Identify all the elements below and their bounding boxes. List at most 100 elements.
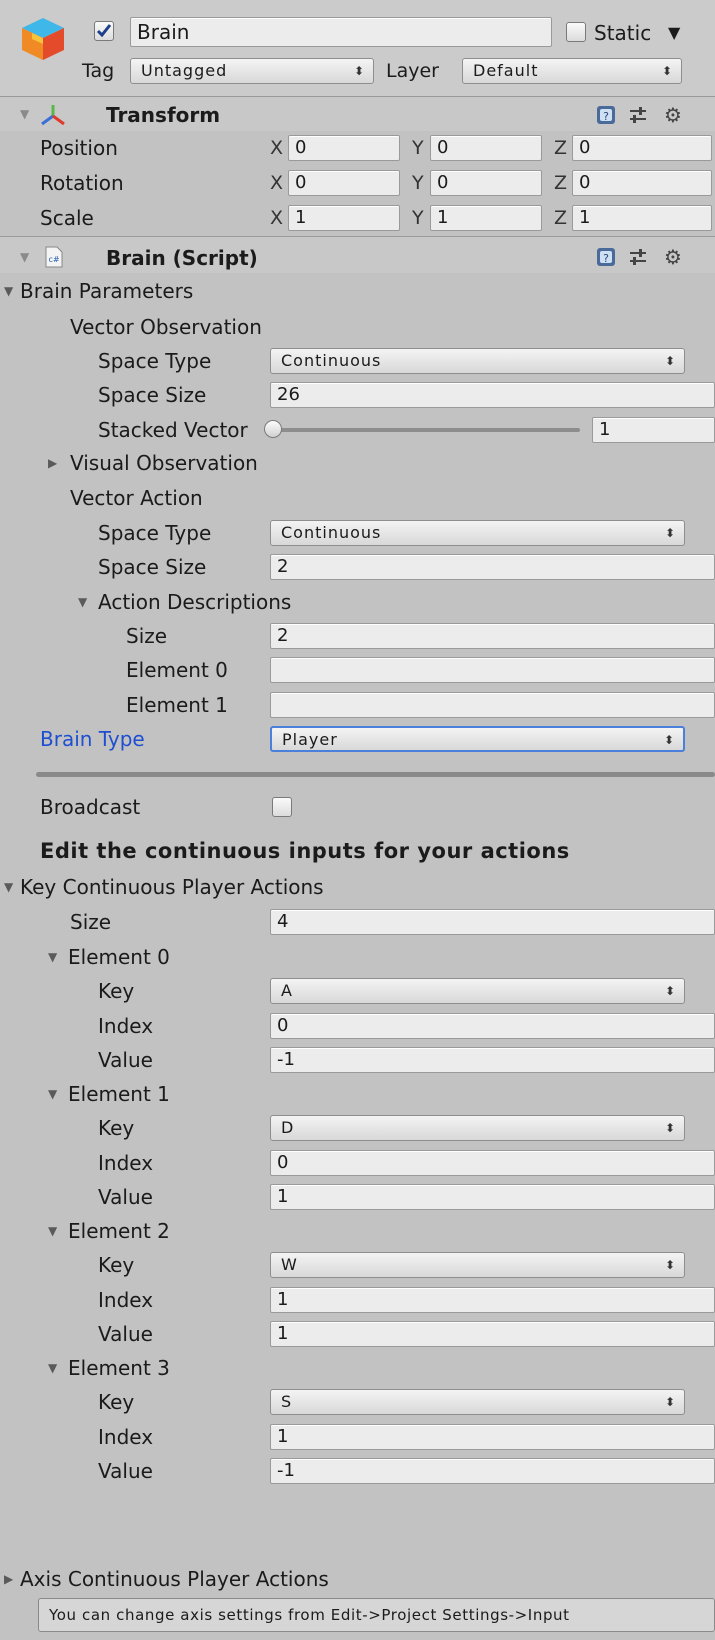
section-divider <box>36 772 715 777</box>
key-element-index-label: Index <box>98 1013 154 1038</box>
obs-space-type-value: Continuous <box>281 351 382 370</box>
tag-value: Untagged <box>141 61 228 80</box>
preset-sliders-icon[interactable] <box>628 247 648 267</box>
foldout-arrow-icon[interactable]: ▼ <box>48 1077 57 1111</box>
key-element-index-input[interactable]: 1 <box>270 1286 715 1313</box>
foldout-collapsed-arrow-icon[interactable]: ▶ <box>48 446 57 480</box>
axis-y-label[interactable]: Y <box>412 166 424 200</box>
key-actions-label[interactable]: Key Continuous Player Actions <box>20 870 324 904</box>
tag-dropdown[interactable]: Untagged ⬍ <box>130 58 374 84</box>
foldout-arrow-icon[interactable]: ▼ <box>48 1351 57 1385</box>
key-element-key-label: Key <box>98 1116 135 1140</box>
layer-dropdown[interactable]: Default ⬍ <box>462 58 682 84</box>
key-element-label[interactable]: Element 2 <box>68 1214 170 1248</box>
preset-sliders-icon[interactable] <box>628 105 648 125</box>
transform-title: Transform <box>106 103 221 127</box>
dropdown-arrow-icon: ⬍ <box>664 1258 676 1272</box>
foldout-arrow-icon[interactable]: ▼ <box>20 97 29 131</box>
axis-z-label[interactable]: Z <box>554 201 567 235</box>
foldout-arrow-icon[interactable]: ▼ <box>4 274 13 308</box>
key-dropdown[interactable]: D ⬍ <box>270 1115 685 1141</box>
axis-z-label[interactable]: Z <box>554 131 567 165</box>
key-element-value-input[interactable]: 1 <box>270 1184 715 1210</box>
key-element-value-label: Value <box>98 1048 153 1072</box>
key-element-value-label: Value <box>98 1459 153 1483</box>
transform-z-input[interactable]: 0 <box>572 135 712 161</box>
dropdown-arrow-icon: ⬍ <box>664 1121 676 1135</box>
transform-z-input[interactable]: 0 <box>572 170 712 196</box>
key-element-key-label: Key <box>98 1253 135 1277</box>
desc-element-0-input[interactable] <box>270 657 715 683</box>
key-element-index-input[interactable]: 0 <box>270 1149 715 1176</box>
key-element-label[interactable]: Element 1 <box>68 1077 170 1111</box>
transform-x-input[interactable]: 0 <box>288 170 400 196</box>
desc-size-input[interactable]: 2 <box>270 623 715 649</box>
broadcast-checkbox[interactable] <box>272 797 292 817</box>
brain-parameters-label[interactable]: Brain Parameters <box>20 274 193 308</box>
foldout-collapsed-arrow-icon[interactable]: ▶ <box>4 1562 13 1596</box>
axis-y-label[interactable]: Y <box>412 131 424 165</box>
active-checkbox[interactable] <box>94 21 114 41</box>
act-space-type-label: Space Type <box>98 521 212 545</box>
object-name-input[interactable]: Brain <box>130 17 552 47</box>
dropdown-arrow-icon: ⬍ <box>664 1395 676 1409</box>
stacked-vector-input[interactable]: 1 <box>592 417 715 443</box>
key-element-index-label: Index <box>98 1424 154 1449</box>
transform-y-input[interactable]: 0 <box>430 135 542 161</box>
act-space-type-dropdown[interactable]: Continuous ⬍ <box>270 520 685 546</box>
obs-space-type-dropdown[interactable]: Continuous ⬍ <box>270 348 685 374</box>
transform-y-input[interactable]: 1 <box>430 205 542 231</box>
desc-element-1-input[interactable] <box>270 692 715 718</box>
axis-z-label[interactable]: Z <box>554 166 567 200</box>
foldout-arrow-icon[interactable]: ▼ <box>78 585 87 619</box>
foldout-arrow-icon[interactable]: ▼ <box>48 940 57 974</box>
key-element-label[interactable]: Element 0 <box>68 940 170 974</box>
axis-actions-label[interactable]: Axis Continuous Player Actions <box>20 1562 329 1596</box>
brain-type-dropdown[interactable]: Player ⬍ <box>270 726 685 752</box>
transform-z-input[interactable]: 1 <box>572 205 712 231</box>
key-dropdown[interactable]: A ⬍ <box>270 978 685 1004</box>
visual-observation-label[interactable]: Visual Observation <box>70 446 258 480</box>
help-book-icon[interactable]: ? <box>596 105 616 125</box>
transform-y-input[interactable]: 0 <box>430 170 542 196</box>
transform-x-input[interactable]: 0 <box>288 135 400 161</box>
key-element-index-input[interactable]: 1 <box>270 1423 715 1450</box>
foldout-arrow-icon[interactable]: ▼ <box>20 240 29 274</box>
axis-y-label[interactable]: Y <box>412 201 424 235</box>
obs-space-size-input[interactable]: 26 <box>270 382 715 408</box>
key-element-key-label: Key <box>98 979 135 1003</box>
act-space-size-input[interactable]: 2 <box>270 554 715 580</box>
static-dropdown-arrow-icon[interactable]: ▼ <box>668 16 680 50</box>
key-element-key-label: Key <box>98 1390 135 1414</box>
key-dropdown-value: D <box>281 1118 295 1137</box>
axis-x-label[interactable]: X <box>270 131 283 165</box>
static-checkbox[interactable] <box>566 22 586 42</box>
stacked-slider-track[interactable] <box>272 428 580 432</box>
layer-value: Default <box>473 61 539 80</box>
action-descriptions-label[interactable]: Action Descriptions <box>98 585 291 619</box>
stacked-slider-thumb[interactable] <box>264 420 282 438</box>
key-dropdown-value: S <box>281 1392 293 1411</box>
key-element-value-input[interactable]: -1 <box>270 1047 715 1073</box>
desc-element-1-label: Element 1 <box>126 693 228 717</box>
act-space-type-value: Continuous <box>281 523 382 542</box>
key-element-index-input[interactable]: 0 <box>270 1012 715 1039</box>
continuous-inputs-heading: Edit the continuous inputs for your acti… <box>40 839 570 863</box>
transform-x-input[interactable]: 1 <box>288 205 400 231</box>
key-actions-size-input[interactable]: 4 <box>270 909 715 935</box>
gear-icon[interactable]: ⚙ <box>664 246 682 268</box>
transform-row-label: Scale <box>40 206 94 230</box>
key-dropdown[interactable]: W ⬍ <box>270 1252 685 1278</box>
key-element-value-input[interactable]: -1 <box>270 1458 715 1484</box>
foldout-arrow-icon[interactable]: ▼ <box>4 870 13 904</box>
help-book-icon[interactable]: ? <box>596 247 616 267</box>
foldout-arrow-icon[interactable]: ▼ <box>48 1214 57 1248</box>
key-dropdown[interactable]: S ⬍ <box>270 1389 685 1415</box>
key-actions-size-label: Size <box>70 910 112 934</box>
key-element-label[interactable]: Element 3 <box>68 1351 170 1385</box>
axis-x-label[interactable]: X <box>270 201 283 235</box>
key-element-value-input[interactable]: 1 <box>270 1321 715 1347</box>
axis-x-label[interactable]: X <box>270 166 283 200</box>
transform-row-label: Position <box>40 136 118 160</box>
gear-icon[interactable]: ⚙ <box>664 104 682 126</box>
